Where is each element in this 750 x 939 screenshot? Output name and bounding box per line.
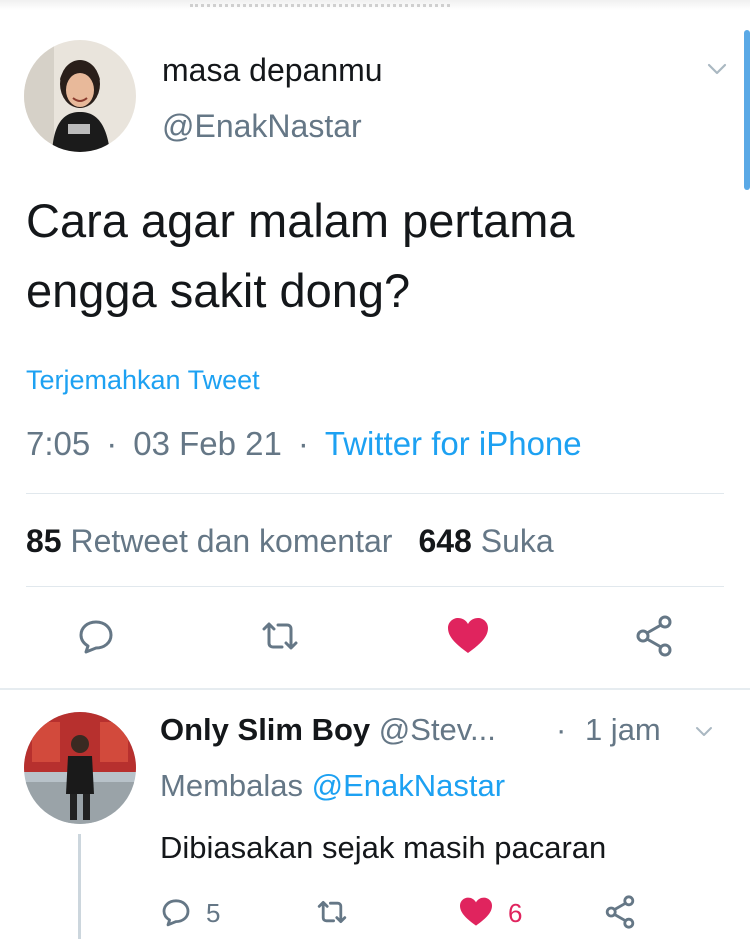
tweet-text: Cara agar malam pertama engga sakit dong… (26, 186, 726, 326)
separator: · (106, 425, 118, 462)
author-handle[interactable]: @EnakNastar (162, 108, 362, 145)
tweet-source-link[interactable]: Twitter for iPhone (325, 425, 582, 462)
tweet-text-line: engga sakit dong? (26, 264, 411, 317)
reply-icon[interactable] (160, 896, 192, 928)
reply-icon[interactable] (76, 616, 116, 656)
author-name[interactable]: masa depanmu (162, 52, 383, 89)
tweet-stats: 85 Retweet dan komentar 648 Suka (26, 523, 554, 560)
tweet-date[interactable]: 03 Feb 21 (133, 425, 282, 462)
reply-author-handle[interactable]: @Stev... (379, 712, 496, 747)
separator: · (556, 712, 567, 747)
share-icon[interactable] (634, 614, 674, 657)
chevron-down-icon[interactable] (694, 722, 714, 742)
reply-count[interactable]: 5 (206, 898, 220, 929)
retweet-icon[interactable] (260, 616, 300, 656)
reply-header: Only Slim Boy @Stev... (160, 712, 496, 748)
replying-mention-link[interactable]: @EnakNastar (312, 768, 505, 803)
retweet-icon[interactable] (316, 896, 348, 928)
share-icon[interactable] (604, 894, 636, 930)
chevron-down-icon[interactable] (706, 58, 728, 80)
like-count[interactable]: 648 (418, 523, 471, 559)
thread-line (78, 834, 81, 939)
like-icon[interactable] (458, 896, 494, 928)
replying-to: Membalas @EnakNastar (160, 768, 505, 804)
divider (0, 688, 750, 690)
reply-time[interactable]: · 1 jam (556, 712, 661, 748)
divider (26, 586, 724, 587)
replying-prefix: Membalas (160, 768, 303, 803)
reply-author-name[interactable]: Only Slim Boy (160, 712, 370, 747)
reply-timestamp[interactable]: 1 jam (585, 712, 661, 747)
separator: · (297, 425, 309, 462)
like-label[interactable]: Suka (481, 523, 554, 559)
divider (26, 493, 724, 494)
reply-author-avatar[interactable] (24, 712, 136, 824)
scrollbar[interactable] (744, 30, 750, 190)
author-avatar[interactable] (24, 40, 136, 152)
translate-tweet-link[interactable]: Terjemahkan Tweet (26, 365, 260, 396)
reply-text: Dibiasakan sejak masih pacaran (160, 830, 607, 865)
retweet-count[interactable]: 85 (26, 523, 62, 559)
tweet-meta: 7:05 · 03 Feb 21 · Twitter for iPhone (26, 425, 582, 463)
tweet-text-line: Cara agar malam pertama (26, 194, 575, 247)
tweet-time[interactable]: 7:05 (26, 425, 90, 462)
reply-like-count[interactable]: 6 (508, 898, 522, 929)
like-icon[interactable] (446, 616, 488, 656)
retweet-label[interactable]: Retweet dan komentar (70, 523, 392, 559)
cropped-previous-content (0, 0, 750, 10)
